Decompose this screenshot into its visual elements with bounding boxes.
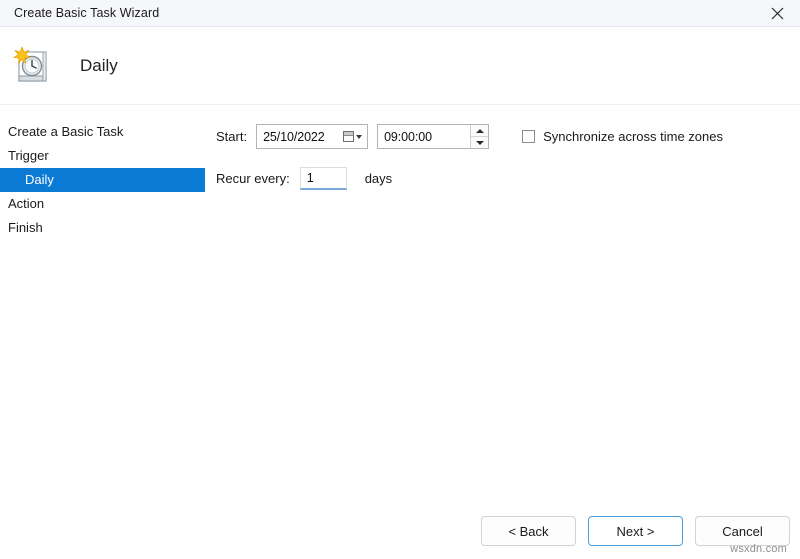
start-row: Start: 25/10/2022 09:00:00 Synchronize a…	[216, 124, 790, 149]
sidebar-item-create-a-basic-task[interactable]: Create a Basic Task	[0, 120, 205, 144]
start-date-value: 25/10/2022	[263, 129, 325, 144]
date-picker-dropdown-button[interactable]	[343, 131, 363, 142]
close-icon[interactable]	[754, 0, 800, 27]
recur-every-label: Recur every:	[216, 171, 290, 186]
sidebar-item-trigger[interactable]: Trigger	[0, 144, 205, 168]
checkbox-label: Synchronize across time zones	[543, 129, 723, 144]
start-date-input[interactable]: 25/10/2022	[256, 124, 369, 149]
sidebar-item-label: Trigger	[8, 148, 49, 163]
recur-unit-label: days	[364, 171, 393, 186]
chevron-down-icon	[356, 134, 363, 139]
checkbox-box[interactable]	[522, 130, 536, 143]
calendar-icon	[343, 131, 355, 142]
daily-trigger-form: Start: 25/10/2022 09:00:00 Synchronize a…	[216, 120, 790, 190]
wizard-step-list: Create a Basic Task Trigger Daily Action…	[0, 120, 205, 240]
recur-every-input[interactable]: 1	[299, 167, 347, 190]
back-button[interactable]: < Back	[481, 516, 576, 546]
start-time-input[interactable]: 09:00:00	[377, 124, 490, 149]
sidebar-item-label: Daily	[25, 172, 54, 187]
wizard-content: Create a Basic Task Trigger Daily Action…	[0, 105, 800, 558]
sidebar-item-label: Action	[8, 196, 45, 211]
sidebar-item-daily[interactable]: Daily	[0, 168, 205, 192]
page-title: Daily	[80, 55, 118, 75]
time-stepper[interactable]	[470, 125, 489, 148]
next-button[interactable]: Next >	[588, 516, 683, 546]
recur-row: Recur every: 1 days	[216, 167, 790, 190]
wizard-header: Daily	[0, 27, 800, 105]
cancel-button[interactable]: Cancel	[695, 516, 790, 546]
sidebar-item-label: Create a Basic Task	[8, 124, 124, 139]
title-bar: Create Basic Task Wizard	[0, 0, 800, 27]
recur-every-value: 1	[306, 171, 314, 185]
arrow-up-icon[interactable]	[471, 125, 489, 137]
arrow-down-icon[interactable]	[471, 137, 489, 148]
synchronize-across-time-zones-checkbox[interactable]: Synchronize across time zones	[522, 129, 723, 144]
wizard-buttons: < Back Next > Cancel	[481, 516, 790, 546]
sidebar-item-finish[interactable]: Finish	[0, 216, 205, 240]
sidebar-item-label: Finish	[8, 220, 43, 235]
calendar-clock-icon	[10, 43, 56, 89]
start-time-value: 09:00:00	[384, 129, 432, 144]
sidebar-item-action[interactable]: Action	[0, 192, 205, 216]
window-title: Create Basic Task Wizard	[14, 6, 160, 20]
start-label: Start:	[216, 129, 248, 144]
